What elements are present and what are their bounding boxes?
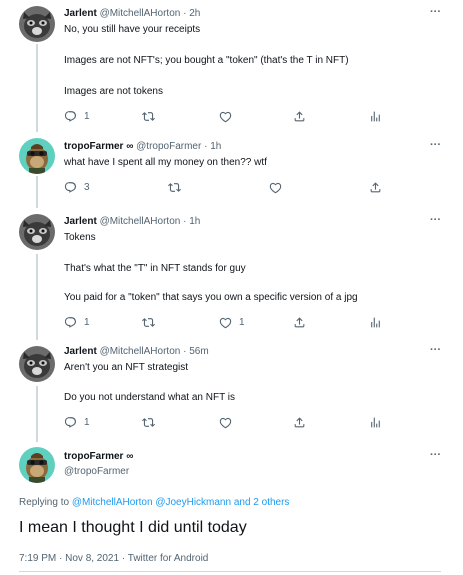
tweet-text-line: That's what the "T" in NFT stands for gu… [64, 263, 246, 274]
author-handle[interactable]: @tropoFarmer [64, 466, 129, 477]
analytics-button[interactable] [369, 414, 382, 430]
author-name[interactable]: tropoFarmer ∞ [64, 141, 133, 152]
analytics-icon [369, 316, 382, 329]
like-count: 1 [239, 316, 245, 328]
heart-icon [219, 110, 232, 123]
action-bar: 3 [64, 179, 394, 195]
tweet-header: Jarlent @MitchellAHorton · 1h [64, 216, 200, 227]
reply-icon [64, 416, 77, 429]
tweet[interactable]: Jarlent @MitchellAHorton · 1h ··· Tokens… [0, 208, 463, 340]
analytics-icon [369, 416, 382, 429]
separator-dot: · [183, 346, 187, 357]
replying-to: Replying to @MitchellAHorton @JoeyHickma… [19, 497, 289, 508]
tweet-text-line: Do you not understand what an NFT is [64, 392, 236, 403]
tweet-text-line: No, you still have your receipts [64, 24, 201, 35]
replying-to-link[interactable]: @MitchellAHorton @JoeyHickmann and 2 oth… [72, 497, 290, 508]
focused-tweet-text: I mean I thought I did until today [19, 519, 247, 536]
avatar[interactable] [19, 447, 55, 483]
reply-count: 1 [84, 416, 90, 428]
tweet-header: Jarlent @MitchellAHorton · 2h [64, 8, 200, 19]
tweet-text-line: what have I spent all my money on then??… [64, 157, 267, 168]
share-button[interactable] [293, 108, 306, 124]
share-button[interactable] [293, 414, 306, 430]
avatar[interactable] [19, 346, 55, 382]
share-button[interactable] [369, 179, 382, 195]
more-icon[interactable]: ··· [430, 139, 441, 151]
share-icon [293, 316, 306, 329]
reply-count: 3 [84, 181, 90, 193]
author-name[interactable]: Jarlent [64, 8, 97, 19]
reply-icon [64, 181, 77, 194]
tweet-text-line: Images are not NFT's; you bought a "toke… [64, 55, 349, 66]
tweet-meta[interactable]: 7:19 PM · Nov 8, 2021 · Twitter for Andr… [19, 553, 208, 564]
tweet-text-line: Images are not tokens [64, 86, 163, 97]
tweet-text-line: You paid for a "token" that says you own… [64, 292, 358, 303]
action-bar: 1 1 [64, 314, 394, 330]
reply-button[interactable]: 1 [64, 314, 90, 330]
author-name[interactable]: Jarlent [64, 346, 97, 357]
tweet[interactable]: tropoFarmer ∞ @tropoFarmer · 1h ··· what… [0, 132, 463, 208]
heart-icon [219, 416, 232, 429]
retweet-icon [142, 416, 155, 429]
avatar[interactable] [19, 214, 55, 250]
retweet-icon [142, 316, 155, 329]
avatar[interactable] [19, 6, 55, 42]
reply-count: 1 [84, 316, 90, 328]
more-icon[interactable]: ··· [430, 344, 441, 356]
heart-icon [219, 316, 232, 329]
more-icon[interactable]: ··· [430, 449, 441, 461]
analytics-button[interactable] [369, 314, 382, 330]
analytics-button[interactable] [369, 108, 382, 124]
author-handle[interactable]: @tropoFarmer [136, 141, 201, 152]
action-bar: 1 [64, 108, 394, 124]
divider [19, 571, 441, 572]
more-icon[interactable]: ··· [430, 214, 441, 226]
timestamp[interactable]: 1h [210, 141, 221, 152]
separator-dot: · [183, 216, 187, 227]
reply-icon [64, 316, 77, 329]
separator-dot: · [204, 141, 208, 152]
author-name[interactable]: tropoFarmer ∞ [64, 451, 133, 462]
share-icon [293, 110, 306, 123]
timestamp[interactable]: 56m [189, 346, 208, 357]
retweet-button[interactable] [142, 414, 155, 430]
author-handle[interactable]: @MitchellAHorton [100, 346, 181, 357]
retweet-button[interactable] [168, 179, 181, 195]
reply-button[interactable]: 1 [64, 414, 90, 430]
like-button[interactable] [219, 108, 232, 124]
author-handle[interactable]: @MitchellAHorton [100, 8, 181, 19]
timestamp[interactable]: 1h [189, 216, 200, 227]
retweet-icon [168, 181, 181, 194]
tweet-text-line: Aren't you an NFT strategist [64, 362, 188, 373]
action-bar: 1 [64, 414, 394, 430]
reply-count: 1 [84, 110, 90, 122]
reply-button[interactable]: 1 [64, 108, 90, 124]
tweet[interactable]: Jarlent @MitchellAHorton · 56m ··· Aren'… [0, 340, 463, 442]
share-icon [293, 416, 306, 429]
more-icon[interactable]: ··· [430, 6, 441, 18]
retweet-icon [142, 110, 155, 123]
share-icon [369, 181, 382, 194]
like-button[interactable]: 1 [219, 314, 245, 330]
reply-icon [64, 110, 77, 123]
tweet-header: tropoFarmer ∞ @tropoFarmer · 1h [64, 141, 221, 152]
tweet[interactable]: Jarlent @MitchellAHorton · 2h ··· No, yo… [0, 0, 463, 132]
like-button[interactable] [219, 414, 232, 430]
avatar[interactable] [19, 138, 55, 174]
timestamp[interactable]: 2h [189, 8, 200, 19]
like-button[interactable] [269, 179, 282, 195]
analytics-icon [369, 110, 382, 123]
separator-dot: · [183, 8, 187, 19]
share-button[interactable] [293, 314, 306, 330]
retweet-button[interactable] [142, 314, 155, 330]
author-handle[interactable]: @MitchellAHorton [100, 216, 181, 227]
heart-icon [269, 181, 282, 194]
tweet-header: Jarlent @MitchellAHorton · 56m [64, 346, 209, 357]
reply-button[interactable]: 3 [64, 179, 90, 195]
retweet-button[interactable] [142, 108, 155, 124]
tweet-text-line: Tokens [64, 232, 96, 243]
replying-prefix: Replying to [19, 497, 72, 508]
author-name[interactable]: Jarlent [64, 216, 97, 227]
